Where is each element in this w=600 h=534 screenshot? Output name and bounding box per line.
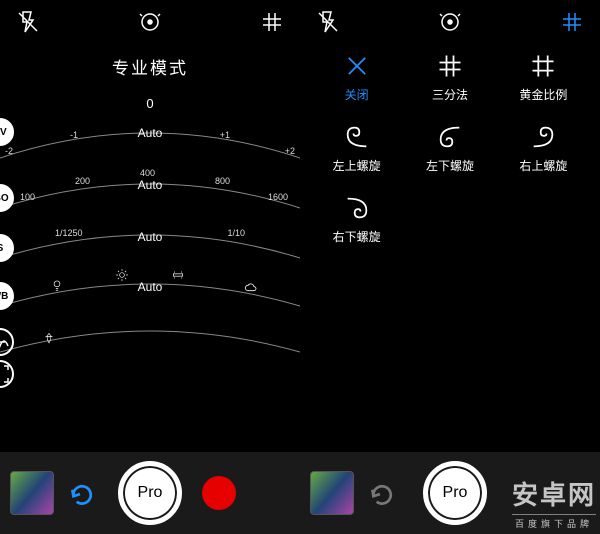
macro-icon (42, 330, 56, 344)
grid-option-spiral-br[interactable]: 右下螺旋 (312, 194, 401, 245)
grid-overlay-screen: 关闭 三分法 黄金比例 左上螺旋 左下螺旋 右上螺旋 右下螺旋 Pro (300, 0, 600, 534)
focus-bracket-knob[interactable] (0, 360, 14, 388)
ev-dial[interactable]: 0 -2 -1 +1 +2 Auto EV (0, 100, 300, 160)
grid-icon[interactable] (260, 10, 284, 34)
wb-value: Auto (0, 230, 300, 244)
grid-option-label: 三分法 (432, 86, 468, 103)
watermark: 安卓网 百度旗下品牌 (512, 475, 596, 530)
grid-option-label: 左上螺旋 (333, 157, 381, 174)
af-value: Auto (0, 280, 300, 294)
grid-options: 关闭 三分法 黄金比例 左上螺旋 左下螺旋 右上螺旋 右下螺旋 (312, 52, 588, 245)
grid-option-off[interactable]: 关闭 (312, 52, 401, 103)
metering-dial[interactable] (0, 350, 300, 390)
close-icon (343, 52, 371, 80)
spiral-tr-icon (529, 123, 557, 151)
iso-tick: 1600 (268, 192, 288, 202)
flash-off-icon[interactable] (316, 10, 340, 34)
grid-option-golden[interactable]: 黄金比例 (499, 52, 588, 103)
grid-thirds-icon (436, 52, 464, 80)
top-toolbar (0, 0, 300, 44)
wb-dial[interactable]: Auto WB (0, 254, 300, 308)
shutter-dial[interactable]: 1/1250 1/10 Auto S (0, 204, 300, 260)
grid-option-label: 关闭 (345, 86, 369, 103)
ev-value: 0 (0, 96, 300, 111)
top-toolbar (300, 0, 600, 44)
timer-icon[interactable] (138, 10, 162, 34)
grid-option-spiral-bl[interactable]: 左下螺旋 (405, 123, 494, 174)
bottom-bar: Pro (0, 452, 300, 534)
gallery-thumb[interactable] (310, 471, 354, 515)
grid-golden-icon (529, 52, 557, 80)
spiral-tl-icon (343, 123, 371, 151)
watermark-subtitle: 百度旗下品牌 (512, 514, 596, 530)
grid-option-label: 右上螺旋 (519, 157, 567, 174)
gallery-thumb[interactable] (10, 471, 54, 515)
record-button[interactable] (202, 476, 236, 510)
grid-option-spiral-tr[interactable]: 右上螺旋 (499, 123, 588, 174)
spiral-br-icon (343, 194, 371, 222)
dials-area: 0 -2 -1 +1 +2 Auto EV 100 200 400 800 16… (0, 100, 300, 444)
iso-value: Auto (0, 126, 300, 140)
watermark-title: 安卓网 (512, 475, 596, 512)
timer-icon[interactable] (438, 10, 462, 34)
iso-tick: 100 (20, 192, 35, 202)
iso-dial[interactable]: 100 200 400 800 1600 Auto ISO (0, 152, 300, 210)
grid-option-thirds[interactable]: 三分法 (405, 52, 494, 103)
shutter-value: Auto (0, 178, 300, 192)
shutter-button[interactable]: Pro (423, 461, 487, 525)
grid-option-label: 右下螺旋 (333, 228, 381, 245)
grid-option-label: 左下螺旋 (426, 157, 474, 174)
flash-off-icon[interactable] (16, 10, 40, 34)
grid-option-spiral-tl[interactable]: 左上螺旋 (312, 123, 401, 174)
af-dial[interactable] (0, 302, 300, 354)
undo-icon[interactable] (64, 476, 98, 510)
undo-icon[interactable] (364, 476, 398, 510)
iso-tick: 400 (140, 168, 155, 178)
grid-icon[interactable] (560, 10, 584, 34)
grid-option-label: 黄金比例 (519, 86, 567, 103)
mode-title: 专业模式 (0, 54, 300, 79)
pro-mode-screen: 专业模式 0 -2 -1 +1 +2 Auto EV 100 200 400 8… (0, 0, 300, 534)
spiral-bl-icon (436, 123, 464, 151)
shutter-button[interactable]: Pro (118, 461, 182, 525)
